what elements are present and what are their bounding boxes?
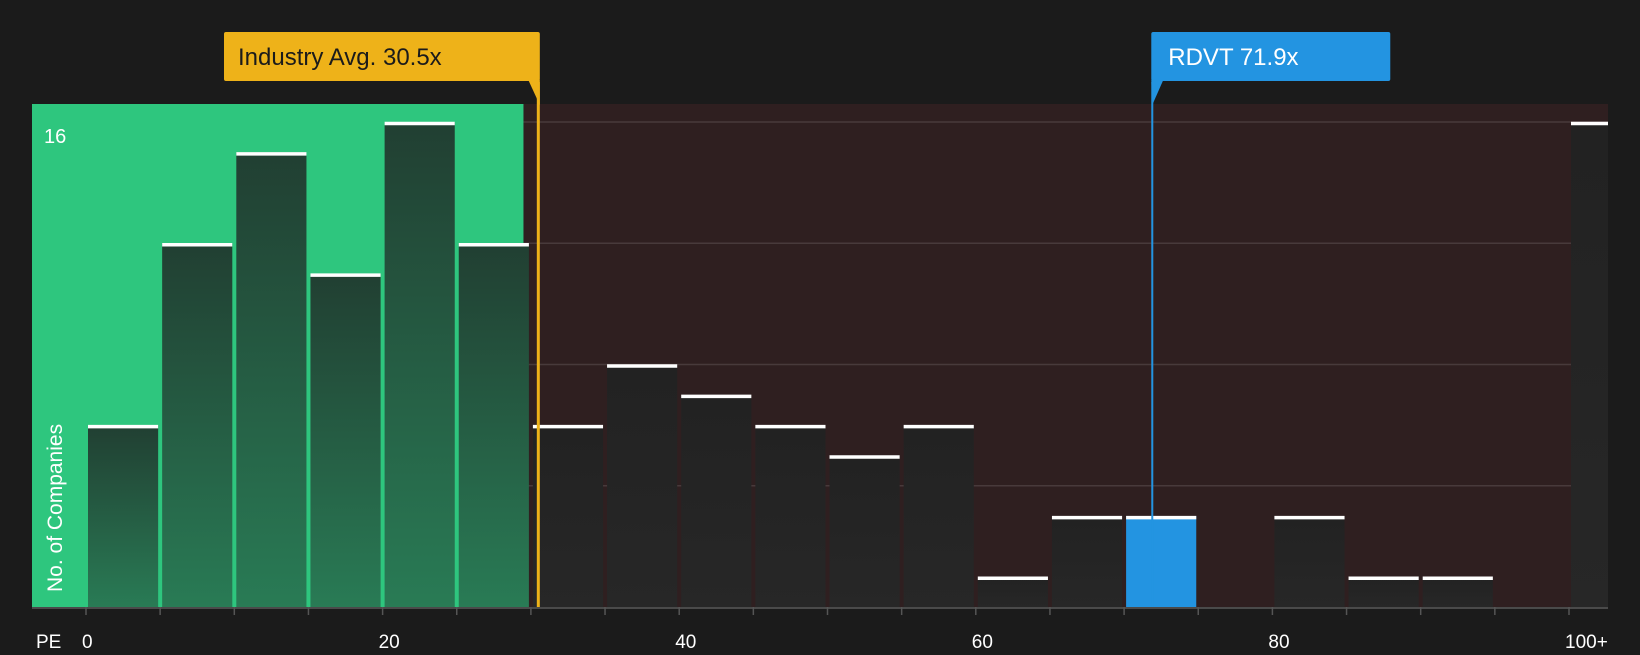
histogram-bar: [162, 243, 233, 607]
histogram-bar: [1348, 576, 1419, 607]
company-label: RDVT 71.9x: [1168, 44, 1298, 71]
histogram-bar: [384, 122, 455, 607]
histogram-bar: [977, 576, 1048, 607]
histogram-bar: [1422, 576, 1493, 607]
histogram-bar: [236, 152, 307, 607]
histogram-bar: [1274, 516, 1345, 607]
x-tick-label: 100+: [1565, 632, 1608, 650]
x-tick-label: 20: [379, 632, 400, 650]
histogram-bar: [607, 364, 678, 607]
y-axis-max-label: 16: [44, 126, 66, 148]
histogram-bar: [88, 425, 159, 607]
industry-avg-pointer: [528, 80, 540, 105]
x-tick-label: 60: [972, 632, 993, 650]
pe-histogram-chart: 0 20 40 60 80 100+ Industry Avg. 30.5x RDVT 71…: [0, 0, 1640, 653]
industry-avg-label: Industry Avg. 30.5x: [238, 44, 442, 71]
x-tick-label: 40: [675, 632, 696, 650]
y-axis-title: No. of Companies: [44, 424, 67, 592]
histogram-bar: [458, 243, 529, 607]
histogram-bar: [310, 273, 381, 607]
x-axis-prefix: PE: [36, 632, 61, 650]
histogram-bar: [1126, 516, 1197, 607]
x-tick-label: 80: [1268, 632, 1289, 650]
histogram-bar: [1051, 516, 1123, 607]
histogram-bar: [829, 455, 900, 607]
histogram-bar: [755, 425, 826, 607]
company-pointer: [1151, 80, 1164, 105]
chart-canvas: 0 20 40 60 80 100+ Industry Avg. 30.5x RDVT 71…: [32, 32, 1608, 653]
histogram-bar: [1571, 122, 1608, 607]
histogram-bar: [903, 425, 974, 607]
histogram-bar: [532, 425, 604, 607]
histogram-bar: [681, 394, 752, 607]
x-tick-label: 0: [82, 632, 93, 650]
